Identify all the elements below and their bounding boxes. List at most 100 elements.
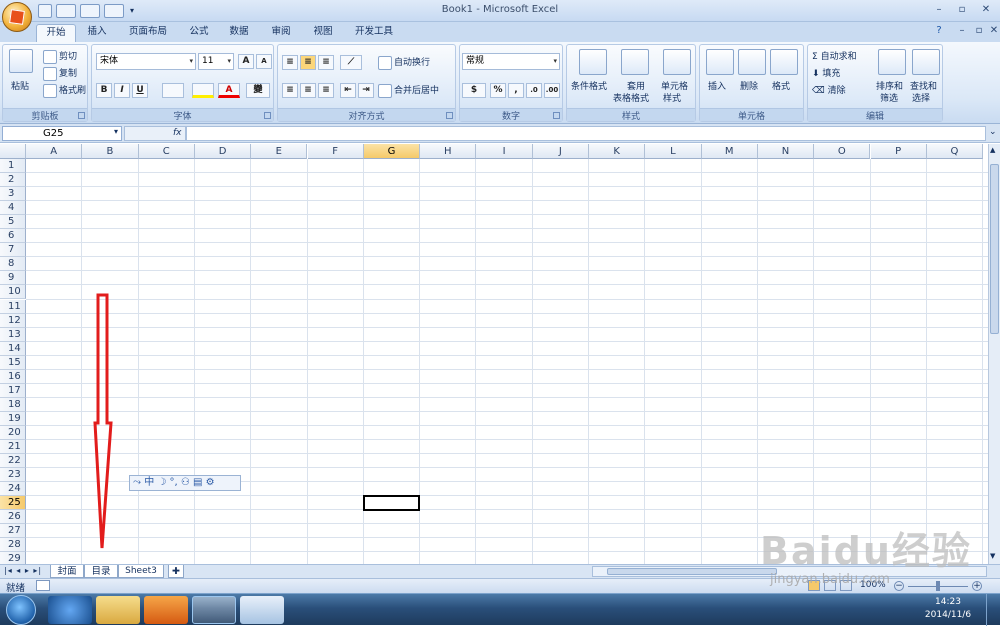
row-header-11[interactable]: 11 (0, 299, 26, 314)
tab-developer[interactable]: 开发工具 (348, 24, 400, 42)
table-format-icon[interactable] (621, 49, 649, 75)
redo-icon[interactable] (80, 4, 100, 18)
hscroll-thumb[interactable] (607, 568, 777, 575)
fx-button[interactable]: fx (173, 128, 182, 138)
align-left-icon[interactable]: ≡ (282, 83, 298, 98)
formula-input[interactable] (186, 126, 986, 141)
row-header-23[interactable]: 23 (0, 468, 26, 483)
orientation-icon[interactable]: ⟋ (340, 55, 362, 70)
currency-icon[interactable]: $ (462, 83, 486, 98)
zoom-out-icon[interactable]: − (894, 581, 904, 591)
undo-icon[interactable] (56, 4, 76, 18)
wb-close-button[interactable]: ✕ (985, 24, 1000, 38)
copy-button[interactable]: 复制 (43, 66, 77, 81)
column-header-d[interactable]: D (194, 144, 252, 159)
fill-button[interactable]: ⬇ 填充 (812, 66, 840, 79)
percent-button[interactable]: % (490, 83, 506, 98)
select-all-corner[interactable] (0, 144, 26, 159)
border-icon[interactable] (162, 83, 184, 98)
column-header-q[interactable]: Q (926, 144, 984, 159)
delete-cells-button[interactable]: 删除 (740, 79, 758, 92)
clipboard-launcher[interactable] (78, 112, 85, 119)
tab-data[interactable]: 数据 (222, 24, 256, 42)
name-box[interactable]: G25 (2, 126, 122, 141)
row-header-14[interactable]: 14 (0, 341, 26, 356)
wrap-text-button[interactable]: 自动换行 (378, 55, 430, 70)
scroll-up-icon[interactable]: ▲ (990, 146, 999, 155)
scrollbar-thumb[interactable] (990, 164, 999, 334)
sheet-nav-icon[interactable]: |◂ ◂ ▸ ▸| (4, 566, 42, 575)
delete-cells-icon[interactable] (738, 49, 766, 75)
row-header-15[interactable]: 15 (0, 355, 26, 370)
underline-button[interactable]: U (132, 83, 148, 98)
conditional-format-button[interactable]: 条件格式 (571, 79, 607, 92)
row-header-3[interactable]: 3 (0, 187, 26, 202)
row-header-16[interactable]: 16 (0, 369, 26, 384)
column-header-h[interactable]: H (420, 144, 477, 159)
fill-color-icon[interactable] (192, 83, 214, 98)
row-header-28[interactable]: 28 (0, 538, 26, 553)
column-header-a[interactable]: A (26, 144, 83, 159)
row-header-10[interactable]: 10 (0, 285, 26, 300)
font-color-icon[interactable]: A (218, 83, 240, 98)
active-cell[interactable] (362, 495, 421, 512)
format-cells-icon[interactable] (770, 49, 798, 75)
tab-home[interactable]: 开始 (36, 24, 76, 42)
worksheet-grid[interactable]: A B C D E F G H I J K L M N O P Q 1 2 3 4 5 6 7 8 9 10 11 12 13 14 15 16… (0, 144, 988, 564)
sort-filter-label-2[interactable]: 筛选 (880, 91, 898, 104)
column-header-j[interactable]: J (532, 144, 589, 159)
align-top-icon[interactable]: ≡ (282, 55, 298, 70)
find-select-icon[interactable] (912, 49, 940, 75)
column-header-f[interactable]: F (307, 144, 364, 159)
row-header-5[interactable]: 5 (0, 215, 26, 230)
wb-minimize-button[interactable]: – (953, 24, 971, 38)
zoom-slider-thumb[interactable] (936, 581, 940, 591)
row-header-9[interactable]: 9 (0, 271, 26, 286)
sheet-tab-sheet3[interactable]: Sheet3 (118, 565, 164, 578)
sheet-tab-cover[interactable]: 封面 (50, 565, 84, 578)
paste-icon[interactable] (9, 49, 33, 73)
italic-button[interactable]: I (114, 83, 130, 98)
chevron-down-icon[interactable]: ▾ (114, 127, 118, 136)
column-header-b[interactable]: B (82, 144, 139, 159)
insert-cells-icon[interactable] (706, 49, 734, 75)
sort-filter-icon[interactable] (878, 49, 906, 75)
row-header-6[interactable]: 6 (0, 229, 26, 244)
cell-style-icon[interactable] (663, 49, 691, 75)
merge-center-button[interactable]: 合并后居中 (378, 83, 439, 98)
column-header-e[interactable]: E (251, 144, 308, 159)
row-header-21[interactable]: 21 (0, 440, 26, 454)
clear-button[interactable]: ⌫ 清除 (812, 83, 846, 96)
maximize-button[interactable]: ▫ (953, 3, 971, 17)
tab-formulas[interactable]: 公式 (182, 24, 216, 42)
tab-review[interactable]: 审阅 (264, 24, 298, 42)
start-button[interactable] (6, 595, 36, 625)
tab-page-layout[interactable]: 页面布局 (120, 24, 176, 42)
number-launcher[interactable] (553, 112, 560, 119)
save-icon[interactable] (38, 4, 52, 18)
column-header-i[interactable]: I (476, 144, 533, 159)
expand-formula-icon[interactable]: ⌄ (989, 127, 997, 137)
column-header-p[interactable]: P (870, 144, 927, 159)
excel-taskbar-icon[interactable] (192, 596, 236, 624)
insert-cells-button[interactable]: 插入 (708, 79, 726, 92)
close-button[interactable]: ✕ (977, 3, 995, 17)
cut-button[interactable]: 剪切 (43, 49, 77, 64)
grow-font-button[interactable]: A (238, 54, 254, 69)
row-header-4[interactable]: 4 (0, 201, 26, 216)
column-header-m[interactable]: M (701, 144, 758, 159)
paint-icon[interactable] (240, 596, 284, 624)
column-header-n[interactable]: N (757, 144, 815, 159)
align-bottom-icon[interactable]: ≡ (318, 55, 334, 70)
find-select-label-2[interactable]: 选择 (912, 91, 930, 104)
ie-icon[interactable] (48, 596, 92, 624)
system-tray[interactable] (768, 603, 918, 617)
row-header-25[interactable]: 25 (0, 496, 26, 511)
bold-button[interactable]: B (96, 83, 112, 98)
align-middle-icon[interactable]: ≡ (300, 55, 316, 70)
font-name-select[interactable]: 宋体 ▾ (96, 53, 196, 70)
comma-button[interactable]: , (508, 83, 524, 98)
pinyin-button[interactable]: 變 (246, 83, 270, 98)
column-header-o[interactable]: O (814, 144, 871, 159)
row-header-2[interactable]: 2 (0, 173, 26, 188)
